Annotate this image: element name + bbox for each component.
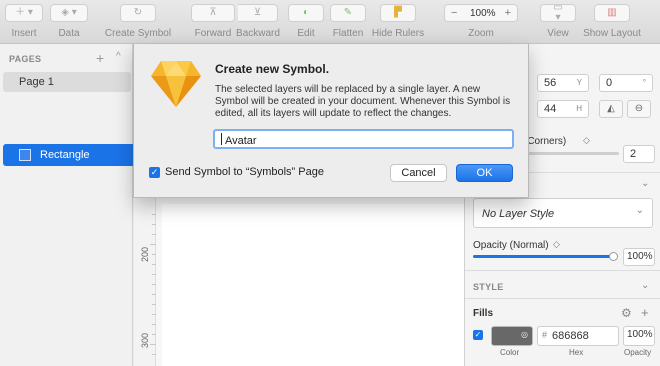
dialog-title: Create new Symbol. (215, 62, 330, 76)
create-symbol-dialog: Create new Symbol. The selected layers w… (133, 44, 529, 198)
corners-stepper[interactable]: ◇ (583, 135, 590, 146)
y-field[interactable]: 56 Y (537, 74, 589, 92)
send-to-symbols-checkbox[interactable]: ✓ (149, 167, 160, 178)
data-icon: ◈ ▾ (61, 7, 77, 18)
opacity-field[interactable]: 100% (623, 248, 655, 266)
forward-icon: ⊼ (209, 7, 217, 18)
rectangle-icon (19, 149, 31, 161)
flip-vertical-icon: ⊖ (634, 103, 644, 114)
rotation-field[interactable]: 0 ° (599, 74, 653, 92)
ruler-icon: ▛ (394, 7, 402, 18)
hide-rulers-button[interactable]: ▛ Hide Rulers (371, 4, 425, 39)
corners-field[interactable]: 2 (623, 145, 655, 163)
style-header: STYLE (473, 282, 504, 292)
opacity-label: Opacity (Normal) (473, 240, 549, 251)
fills-label: Fills (473, 308, 494, 319)
zoom-out-button[interactable]: − (451, 7, 457, 19)
opacity-slider-knob[interactable] (609, 252, 618, 261)
send-to-symbols-label: Send Symbol to “Symbols” Page (165, 166, 324, 178)
add-fill-button[interactable]: + (641, 305, 649, 320)
symbol-icon: ↻ (133, 7, 143, 18)
height-field[interactable]: 44 H (537, 100, 589, 118)
layer-item-rectangle[interactable]: Rectangle (3, 144, 133, 166)
fill-blend-icon: ◎ (521, 330, 528, 339)
sketch-logo-icon (151, 61, 201, 107)
flip-vertical-button[interactable]: ⊖ (627, 100, 651, 118)
create-symbol-button[interactable]: ↻ Create Symbol (104, 4, 172, 39)
toolbar: ＋ ▾ Insert ◈ ▾ Data ↻ Create Symbol ⊼ Fo… (0, 0, 660, 44)
chevron-down-icon[interactable]: ⌄ (641, 280, 649, 291)
zoom-in-button[interactable]: + (505, 7, 511, 19)
chevron-down-icon[interactable]: ⌄ (641, 178, 649, 189)
view-icon: ▭ ▾ (553, 2, 563, 23)
layout-icon: ▥ (607, 7, 617, 18)
cancel-button[interactable]: Cancel (390, 164, 447, 182)
opacity-stepper-icon[interactable]: ◇ (553, 239, 560, 250)
zoom-control[interactable]: − 100% + Zoom (444, 4, 518, 39)
layers-panel: PAGES + ^ Page 1 Rectangle (0, 44, 133, 366)
ruler-label: 200 (140, 246, 150, 262)
edit-icon: ◐ (302, 7, 310, 18)
page-item[interactable]: Page 1 (3, 72, 131, 92)
view-button[interactable]: ▭ ▾ View (539, 2, 577, 39)
data-button[interactable]: ◈ ▾ Data (49, 4, 89, 39)
backward-button[interactable]: ⊻ Backward (234, 4, 282, 39)
dialog-message: The selected layers will be replaced by … (215, 84, 511, 119)
flatten-button[interactable]: ✎ Flatten (330, 4, 366, 39)
chevron-down-icon: ⌄ (635, 205, 644, 216)
show-layout-button[interactable]: ▥ Show Layout (582, 4, 642, 39)
artboard[interactable] (162, 204, 464, 366)
collapse-pages-button[interactable]: ^ (116, 51, 121, 62)
gear-icon[interactable]: ⚙ (621, 306, 632, 320)
fill-hex-field[interactable]: # 686868 (537, 326, 619, 346)
fill-opacity-field[interactable]: 100% (623, 326, 655, 346)
edit-button[interactable]: ◐ Edit (287, 4, 325, 39)
add-page-button[interactable]: + (96, 50, 104, 66)
symbol-name-input[interactable]: Avatar (213, 129, 514, 149)
insert-button[interactable]: ＋ ▾ Insert (4, 4, 44, 39)
flip-horizontal-button[interactable]: ◭ (599, 100, 623, 118)
backward-icon: ⊻ (253, 7, 262, 18)
plus-icon: ＋ ▾ (15, 7, 33, 18)
pages-header: PAGES (9, 54, 42, 64)
ok-button[interactable]: OK (456, 164, 513, 182)
corners-slider[interactable] (519, 152, 619, 155)
zoom-value: 100% (470, 8, 496, 19)
layer-style-dropdown[interactable]: No Layer Style ⌄ (473, 198, 653, 228)
ruler-label: 300 (140, 332, 150, 348)
fill-checkbox[interactable]: ✓ (473, 330, 483, 340)
flip-horizontal-icon: ◭ (607, 103, 615, 114)
flatten-icon: ✎ (343, 7, 353, 18)
forward-button[interactable]: ⊼ Forward (190, 4, 236, 39)
